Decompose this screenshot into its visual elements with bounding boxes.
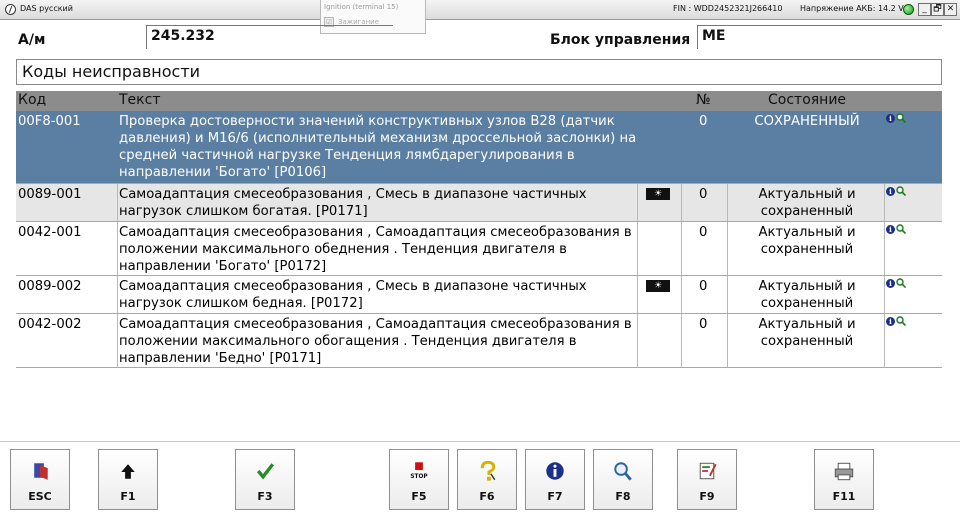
f3-button[interactable]: F3 — [235, 449, 295, 510]
esc-label: ESC — [28, 490, 52, 503]
window-title: DAS русский — [20, 4, 73, 13]
printer-icon — [834, 462, 854, 481]
f11-label: F11 — [832, 490, 856, 503]
fault-text: Самоадаптация смесеобразования , Самоада… — [119, 317, 632, 366]
freeze-frame-icon[interactable]: ☀ — [646, 188, 670, 200]
magnifier-icon[interactable] — [896, 186, 906, 196]
table-row[interactable]: 0089-001 Самоадаптация смесеобразования … — [16, 184, 942, 222]
esc-button[interactable]: ESC — [10, 449, 70, 510]
fault-count: 0 — [699, 187, 708, 202]
f6-button[interactable]: F6 — [457, 449, 517, 510]
title-bar: DAS русский FIN : WDD2452321J266410 Напр… — [0, 0, 960, 20]
fault-code: 0042-002 — [18, 317, 82, 332]
table-row[interactable]: 0089-002 Самоадаптация смесеобразования … — [16, 276, 942, 314]
page-title: Коды неисправности — [16, 59, 942, 85]
column-header-state: Состояние — [768, 92, 847, 108]
fault-code: 0042-001 — [18, 225, 82, 240]
arrow-up-icon — [121, 464, 135, 479]
magnifier-icon[interactable] — [896, 113, 906, 123]
column-header-text: Текст — [119, 92, 161, 108]
f11-button[interactable]: F11 — [814, 449, 874, 510]
f9-button[interactable]: F9 — [677, 449, 737, 510]
function-key-toolbar: ESC F1 F3 STOP F5 F6 F7 F8 F9 F11 — [0, 441, 960, 516]
fault-state: Актуальный и сохраненный — [758, 225, 856, 257]
fault-code: 00F8-001 — [18, 114, 81, 129]
f1-button[interactable]: F1 — [98, 449, 158, 510]
checkmark-icon — [256, 463, 275, 480]
fault-state: Актуальный и сохраненный — [758, 187, 856, 219]
fault-code-table: Код Текст № Состояние 00F8-001 Проверка … — [16, 91, 942, 441]
f8-button[interactable]: F8 — [593, 449, 653, 510]
f7-label: F7 — [547, 490, 563, 503]
info-icon[interactable]: i — [886, 187, 895, 196]
fault-state: СОХРАНЕННЫЙ — [754, 114, 860, 129]
f9-label: F9 — [699, 490, 715, 503]
info-icon[interactable]: i — [886, 317, 895, 326]
stop-icon: STOP — [410, 462, 428, 480]
fin-readout: FIN : WDD2452321J266410 — [673, 4, 783, 13]
f5-label: F5 — [411, 490, 427, 503]
info-icon — [546, 462, 564, 480]
help-question-icon — [480, 460, 496, 481]
info-icon[interactable]: i — [886, 279, 895, 288]
f8-label: F8 — [615, 490, 631, 503]
stop-text: STOP — [410, 474, 428, 480]
magnifier-icon[interactable] — [896, 224, 906, 234]
ignition-label: Ignition (terminal 15) — [324, 3, 399, 11]
fault-text: Самоадаптация смесеобразования , Смесь в… — [119, 187, 587, 219]
table-row[interactable]: 0042-001 Самоадаптация смесеобразования … — [16, 222, 942, 276]
column-header-code: Код — [18, 92, 47, 108]
vehicle-label: А/м — [18, 32, 46, 48]
column-header-number: № — [696, 92, 711, 108]
fault-count: 0 — [699, 225, 708, 240]
fault-state: Актуальный и сохраненный — [758, 317, 856, 349]
vehicle-value: 245.232 — [146, 25, 393, 49]
info-icon[interactable]: i — [886, 225, 895, 234]
f3-label: F3 — [257, 490, 273, 503]
fault-count: 0 — [699, 279, 708, 294]
fault-text: Самоадаптация смесеобразования , Смесь в… — [119, 279, 587, 311]
battery-voltage: Напряжение АКБ: 14.2 V — [800, 4, 904, 13]
app-clock-icon — [5, 4, 16, 15]
table-row[interactable]: 0042-002 Самоадаптация смесеобразования … — [16, 314, 942, 368]
exit-door-icon — [34, 463, 48, 480]
magnifier-icon — [614, 462, 632, 481]
fault-count: 0 — [699, 114, 708, 129]
fault-text: Проверка достоверности значений конструк… — [119, 114, 637, 180]
magnifier-icon[interactable] — [896, 278, 906, 288]
table-header: Код Текст № Состояние — [16, 91, 942, 111]
das-window: DAS русский FIN : WDD2452321J266410 Напр… — [0, 0, 960, 516]
battery-status-icon — [903, 4, 914, 15]
fault-code: 0089-002 — [18, 279, 82, 294]
freeze-frame-icon[interactable]: ☀ — [646, 280, 670, 292]
fault-code: 0089-001 — [18, 187, 82, 202]
f6-label: F6 — [479, 490, 495, 503]
ecu-value: ME — [697, 25, 942, 49]
f5-button[interactable]: STOP F5 — [389, 449, 449, 510]
f1-label: F1 — [120, 490, 136, 503]
ecu-label: Блок управления — [550, 32, 691, 48]
restore-button[interactable]: 🗗 — [931, 3, 944, 16]
f7-button[interactable]: F7 — [525, 449, 585, 510]
minimize-button[interactable]: _ — [918, 3, 931, 16]
fault-text: Самоадаптация смесеобразования , Самоада… — [119, 225, 632, 274]
table-row[interactable]: 00F8-001 Проверка достоверности значений… — [16, 111, 942, 184]
fault-state: Актуальный и сохраненный — [758, 279, 856, 311]
close-button[interactable]: ✕ — [944, 3, 957, 16]
info-icon[interactable]: i — [886, 114, 895, 123]
magnifier-icon[interactable] — [896, 316, 906, 326]
edit-note-icon — [699, 462, 717, 480]
fault-count: 0 — [699, 317, 708, 332]
